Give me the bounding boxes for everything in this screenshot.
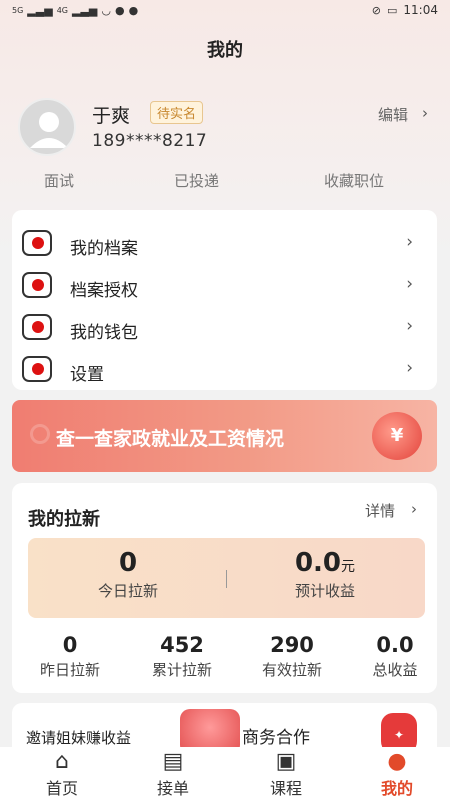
document-icon [22,230,52,256]
chevron-right-icon: › [422,104,428,122]
mute-icon: ⊘ [371,3,381,17]
nav-orders[interactable]: ▤ 接单 [133,749,213,799]
stat-earnings-label: 总收益 [372,661,418,679]
business-cooperation-link[interactable]: 商务合作 [242,723,310,748]
signal-icon-2: ▂▃▅ [71,4,98,17]
orders-icon: ▤ [162,749,184,774]
tab-favorites[interactable]: 收藏职位 [324,170,384,191]
user-phone: 189****8217 [92,131,208,151]
status-bar: 5G ▂▃▅ 4G ▂▃▅ ◡ ● ● ⊘ ▭ 11:04 [0,0,450,22]
wifi-icon: ◡ [101,4,111,17]
stat-yesterday: 0 昨日拉新 [20,633,120,680]
status-left: 5G ▂▃▅ 4G ▂▃▅ ◡ ● ● [12,4,138,17]
banner-text: 查一查家政就业及工资情况 [56,428,285,450]
menu-label-archive-auth: 档案授权 [70,281,138,301]
nav-profile-label: 我的 [380,779,413,798]
menu-label-my-archive: 我的档案 [70,239,138,259]
nav-home-label: 首页 [45,779,78,798]
stat-valid-label: 有效拉新 [261,661,322,679]
stat-earnings: 0.0 总收益 [345,633,445,680]
nav-home[interactable]: ⌂ 首页 [22,749,102,799]
stat-total-value: 452 [160,633,204,657]
stat-earnings-value: 0.0 [376,633,414,657]
edit-profile-button[interactable]: 编辑 [378,104,408,125]
nav-courses-label: 课程 [269,779,302,798]
menu-item-settings[interactable]: 设置 › [12,350,437,392]
chevron-right-icon: › [406,232,413,252]
nav-orders-label: 接单 [156,779,189,798]
wechat-icon: ● [114,4,125,17]
today-invites-value: 0 [118,548,138,578]
nav-profile[interactable]: ● 我的 [357,749,437,799]
battery-icon: ▭ [387,3,398,17]
tab-delivered[interactable]: 已投递 [174,170,219,191]
menu-label-wallet: 我的钱包 [70,323,138,343]
expected-earnings-value: 0.0 [294,548,342,578]
invite-detail-button[interactable]: 详情 [365,500,395,521]
chevron-right-icon: › [406,274,413,294]
search-icon [30,424,50,444]
invite-stat-box: 0 今日拉新 0.0元 预计收益 [28,538,425,618]
menu-item-my-archive[interactable]: 我的档案 › [12,224,437,266]
expected-earnings-unit: 元 [341,559,356,575]
signal-5g-label: 5G [12,6,24,15]
stat-valid-value: 290 [270,633,314,657]
stat-valid: 290 有效拉新 [242,633,342,680]
stat-total: 452 累计拉新 [132,633,232,680]
profile-icon: ● [387,749,407,774]
salary-query-banner[interactable]: 查一查家政就业及工资情况 ¥ [12,400,437,472]
chevron-right-icon: › [406,358,413,378]
chevron-right-icon: › [406,316,413,336]
clock: 11:04 [403,3,438,17]
menu-label-settings: 设置 [70,365,104,385]
today-invites: 0 今日拉新 [38,548,218,601]
user-placeholder-icon [30,112,68,148]
avatar[interactable] [18,98,76,156]
menu-item-wallet[interactable]: 我的钱包 › [12,308,437,350]
chevron-right-icon: › [411,500,417,518]
invite-title: 我的拉新 [28,509,100,530]
today-invites-label: 今日拉新 [97,582,158,600]
signal-4g-label: 4G [56,6,68,15]
course-icon: ▣ [275,749,297,774]
stat-yesterday-value: 0 [62,633,78,657]
home-icon: ⌂ [55,749,69,774]
tab-interview[interactable]: 面试 [44,170,74,191]
message-icon: ● [128,4,139,17]
wallet-icon [22,314,52,340]
settings-icon [22,356,52,382]
expected-earnings-label: 预计收益 [294,582,355,600]
coin-icon: ¥ [372,412,422,460]
divider [226,570,227,588]
expected-earnings: 0.0元 预计收益 [235,548,415,601]
verification-badge[interactable]: 待实名 [150,101,204,124]
authorization-icon [22,272,52,298]
menu-card: 我的档案 › 档案授权 › 我的钱包 › 设置 › [12,210,437,390]
stat-yesterday-label: 昨日拉新 [39,661,100,679]
stat-total-label: 累计拉新 [151,661,212,679]
bottom-nav: ⌂ 首页 ▤ 接单 ▣ 课程 ● 我的 [0,747,450,800]
user-name: 于爽 [92,105,131,127]
signal-icon: ▂▃▅ [27,4,53,17]
menu-item-archive-auth[interactable]: 档案授权 › [12,266,437,308]
invite-sisters-link[interactable]: 邀请姐妹赚收益 [26,727,131,748]
page-title: 我的 [207,40,243,61]
invite-card: 我的拉新 详情 › 0 今日拉新 0.0元 预计收益 0 昨日拉新 452 累计… [12,483,437,693]
status-right: ⊘ ▭ 11:04 [372,3,438,17]
nav-courses[interactable]: ▣ 课程 [246,749,326,799]
